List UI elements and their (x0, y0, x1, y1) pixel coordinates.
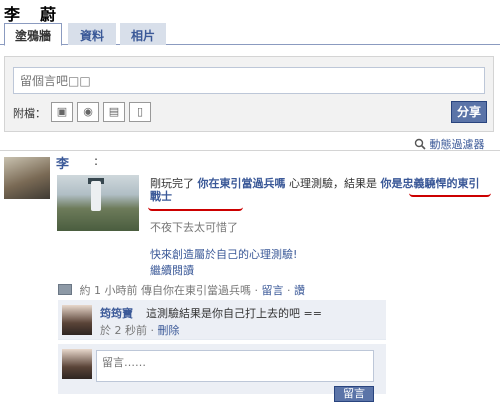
divider (0, 150, 500, 151)
photo-icon[interactable]: ▣ (51, 102, 73, 122)
app-icon (58, 284, 72, 295)
tab-photos[interactable]: 相片 (120, 23, 166, 45)
story-thumbnail[interactable] (57, 175, 139, 231)
red-underline-annotation (148, 207, 243, 211)
story-subtitle: 不夜下去太可惜了 (150, 221, 238, 234)
reply-input[interactable] (96, 350, 374, 382)
commenter-name[interactable]: 筠筠寶 (100, 305, 133, 321)
story-prefix: 剛玩完了 (150, 177, 194, 190)
story-author[interactable]: 李 (56, 153, 69, 172)
comment-link[interactable]: 留言 (262, 284, 284, 297)
comment-meta: 於 2 秒前 · 刪除 (100, 324, 180, 337)
tab-info[interactable]: 資料 (68, 23, 116, 45)
comment-text: 這測驗結果是你自己打上去的吧 == (146, 307, 322, 320)
meta-via: 傳自你在東引當過兵嗎 (141, 284, 251, 297)
reply-composer: 留言 (58, 344, 386, 402)
meta-prefix: 約 (79, 284, 91, 297)
attach-label: 附檔： (13, 107, 46, 120)
delete-link[interactable]: 刪除 (158, 324, 180, 337)
link-icon[interactable]: ▯ (129, 102, 151, 122)
read-more-link[interactable]: 繼續閱讀 (150, 262, 194, 278)
video-icon[interactable]: ◉ (77, 102, 99, 122)
comment-item: 筠筠寶 這測驗結果是你自己打上去的吧 == 於 2 秒前 · 刪除 (58, 300, 386, 340)
magnifier-icon (414, 138, 426, 150)
story-text: 剛玩完了 你在東引當過兵嗎 心理測驗，結果是 你是忠義驍悍的東引戰士 (150, 177, 490, 203)
share-button[interactable]: 分享 (451, 101, 487, 123)
red-underline-annotation (409, 193, 491, 197)
tab-bar: 塗鴉牆 資料 相片 (0, 23, 500, 46)
gift-icon[interactable]: ▤ (103, 102, 125, 122)
profile-name: 李 蔚 (4, 5, 59, 24)
story-middle: 心理測驗，結果是 (289, 177, 377, 190)
comment-time: 於 2 秒前 (100, 324, 147, 337)
reply-submit-button[interactable]: 留言 (334, 386, 374, 402)
meta-time: 1 小時前 (94, 284, 138, 297)
like-link[interactable]: 讚 (294, 284, 305, 297)
quiz-link[interactable]: 你在東引當過兵嗎 (198, 177, 286, 190)
story-colon: : (94, 154, 99, 168)
story-meta: 約 1 小時前 傳自你在東引當過兵嗎 · 留言 · 讚 (58, 282, 305, 298)
commenter-avatar[interactable] (62, 305, 92, 335)
create-quiz-link[interactable]: 快來創造屬於自己的心理測驗! (150, 246, 297, 262)
status-input[interactable] (13, 67, 485, 94)
author-avatar[interactable] (4, 157, 50, 199)
status-composer: 附檔： ▣ ◉ ▤ ▯ 分享 (4, 56, 494, 132)
tab-wall[interactable]: 塗鴉牆 (4, 23, 62, 46)
reply-avatar (62, 349, 92, 379)
